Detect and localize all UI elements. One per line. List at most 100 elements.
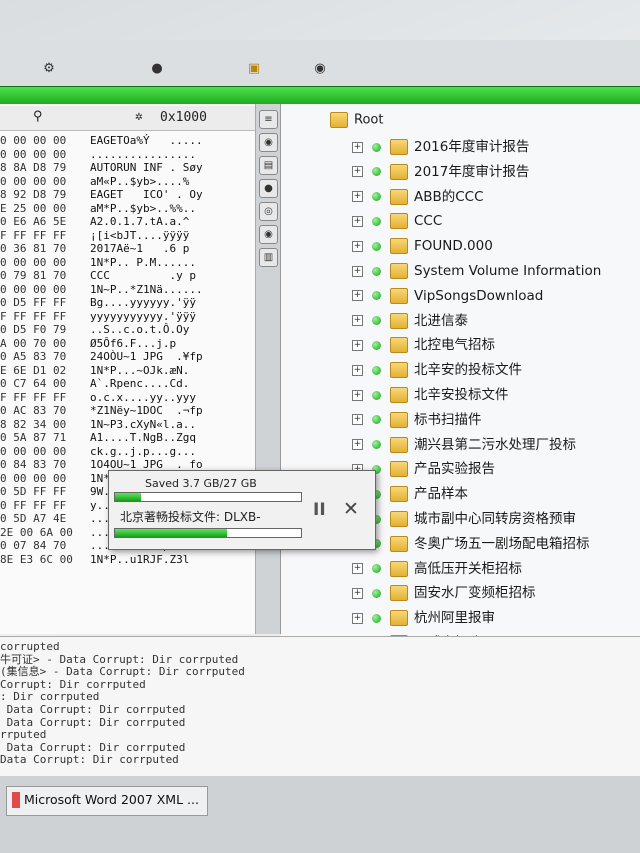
tree-item[interactable]: + System Volume Information xyxy=(352,260,601,282)
tree-item[interactable]: + FOUND.000 xyxy=(352,235,493,257)
expand-icon[interactable]: + xyxy=(352,265,363,277)
tree-item[interactable]: +城市副中心同转房资格预审 xyxy=(352,508,576,530)
hex-ascii: EAGETOa%Ý ..... xyxy=(90,134,203,147)
tree-item-label: 产品样本 xyxy=(414,486,468,503)
expand-icon[interactable]: + xyxy=(352,563,363,575)
tree-root[interactable]: Root xyxy=(330,112,383,128)
current-file-text: 北京著畅投标文件: DLXB- xyxy=(120,510,261,524)
hex-row: 0 36 81 70 2017Aë~1 .6 p xyxy=(0,242,255,256)
status-dot-icon xyxy=(372,167,381,177)
status-dot-icon xyxy=(372,291,381,301)
hex-bytes: 0 00 00 00 xyxy=(0,471,67,485)
total-progress-bar xyxy=(114,492,302,502)
expand-icon[interactable]: + xyxy=(352,191,363,203)
folder-icon xyxy=(390,263,408,279)
log-line: corrupted xyxy=(0,640,60,653)
view-icon[interactable]: ◉ xyxy=(311,62,329,76)
tree-item[interactable]: + 杭州阿里报审 xyxy=(352,607,495,629)
expand-icon[interactable]: + xyxy=(352,364,363,376)
hex-row: 0 C7 64 00 A`.Rpenc....Cd. xyxy=(0,377,255,391)
hex-ascii: 1N~P..*Z1Nä...... xyxy=(90,282,203,296)
folder-icon xyxy=(390,287,408,304)
expand-icon[interactable]: + xyxy=(352,166,363,178)
folder-icon[interactable]: ▣ xyxy=(245,62,263,76)
hex-bytes: F FF FF FF xyxy=(0,228,67,242)
tool-strip-button[interactable]: ▥ xyxy=(259,248,278,267)
expand-icon[interactable]: + xyxy=(352,389,363,401)
expand-icon[interactable]: + xyxy=(352,315,363,327)
tree-item[interactable]: + ABB的CCC xyxy=(352,186,484,208)
total-progress-fill xyxy=(115,493,142,501)
hex-bytes: 0 00 00 00 xyxy=(0,282,67,296)
folder-icon xyxy=(390,535,408,552)
hex-row: 0 00 00 00................ xyxy=(0,148,255,162)
pause-button[interactable]: II xyxy=(313,500,326,520)
hex-ascii: ..S..c.o.t.Ô.Oy xyxy=(90,323,190,336)
hex-row: 0 00 00 00 1N*P.. P.M...... xyxy=(0,256,255,270)
tree-item-label: 固安水厂变频柜招标 xyxy=(414,585,536,602)
hex-ascii: *Z1Nëy~1DOC .¬fp xyxy=(90,404,203,417)
status-dot-icon xyxy=(372,340,381,350)
hex-ascii: A`.Rpenc....Cd. xyxy=(90,377,190,390)
log-line: rrputed xyxy=(0,728,47,742)
hex-ascii: ¡[i<bJT....ÿÿÿÿ xyxy=(90,228,190,242)
tree-item-label: 产品实验报告 xyxy=(414,461,495,478)
tool-strip-button[interactable]: ▤ xyxy=(259,156,278,175)
tree-item[interactable]: + 标书扫描件 xyxy=(352,409,482,431)
tree-item[interactable]: + VipSongsDownload xyxy=(352,285,543,307)
cancel-button[interactable]: ✕ xyxy=(343,498,359,520)
hex-bytes: 0 00 00 00 xyxy=(0,444,67,458)
tree-item[interactable]: +2017年度审计报告 xyxy=(352,161,529,183)
tree-item[interactable]: + 高低压开关柜招标 xyxy=(352,558,522,580)
tree-item[interactable]: + 北辛安的投标文件 xyxy=(352,359,522,381)
expand-icon[interactable]: + xyxy=(352,290,363,302)
hex-row: 0 00 00 00 1N~P..*Z1Nä...... xyxy=(0,283,255,297)
folder-icon xyxy=(390,337,408,354)
tool-strip-button[interactable]: ≡ xyxy=(259,110,278,129)
tree-item[interactable]: + CCC xyxy=(352,210,442,232)
tool-strip-button[interactable]: ◉ xyxy=(259,225,278,244)
hex-ascii: aM*P..$yb>..%%.. xyxy=(90,201,196,215)
expand-icon[interactable]: + xyxy=(352,339,363,351)
tree-item[interactable]: +2016年度审计报告 xyxy=(352,136,529,158)
tool-strip-button[interactable]: ◉ xyxy=(259,133,278,152)
recover-icon[interactable]: ⚙ xyxy=(40,62,58,76)
tree-item[interactable]: + 北控电气招标 xyxy=(352,334,495,356)
expand-icon[interactable]: + xyxy=(352,439,363,451)
hex-bytes: 0 5A 87 71 xyxy=(0,431,67,444)
hex-row: 0 5A 87 71 A1....T.NgB..Zgq xyxy=(0,431,255,445)
tree-item[interactable]: +冬奥广场五一剧场配电箱招标 xyxy=(352,533,590,555)
disk-icon[interactable]: ● xyxy=(148,62,166,76)
hex-bytes: 0 00 00 00 xyxy=(0,134,67,147)
tool-strip-button[interactable]: ● xyxy=(259,179,278,198)
tree-item[interactable]: + 潮兴县第二污水处理厂投标 xyxy=(352,434,576,456)
tree-item-label: ABB的CCC xyxy=(414,188,484,205)
screen: ⚙ ● ▣ ◉ ⚲ ✲ 0x1000 0 00 00 00 EAGETOa%Ý .… xyxy=(0,0,640,853)
tree-item[interactable]: + 北辛安投标文件 xyxy=(352,384,509,406)
expand-icon[interactable]: + xyxy=(352,612,363,624)
status-dot-icon xyxy=(372,588,381,598)
expand-icon[interactable]: + xyxy=(352,240,363,252)
tree-item[interactable]: + 固安水厂变频柜招标 xyxy=(352,582,536,604)
hex-row: 0 D5 F0 79 ..S..c.o.t.Ô.Oy xyxy=(0,323,255,337)
folder-icon xyxy=(390,610,408,627)
status-green-bar xyxy=(0,86,640,106)
status-dot-icon xyxy=(372,613,381,623)
hex-bytes: 0 A5 83 70 xyxy=(0,350,67,363)
expand-icon[interactable]: + xyxy=(352,414,363,426)
binoculars-icon[interactable]: ⚲ xyxy=(33,109,43,124)
tree-item-label: 潮兴县第二污水处理厂投标 xyxy=(414,436,576,453)
expand-icon[interactable]: + xyxy=(352,215,363,227)
goto-icon[interactable]: ✲ xyxy=(135,109,143,124)
hex-row: 0 D5 FF FF Bg....yyyyyy.'ÿÿ xyxy=(0,296,255,310)
tool-strip-button[interactable]: ◎ xyxy=(259,202,278,221)
tree-item-label: 北控电气招标 xyxy=(414,337,495,354)
expand-icon[interactable]: + xyxy=(352,141,363,153)
hex-row: 0 E6 A6 5E A2.0.1.7.tA.a.^ xyxy=(0,215,255,229)
expand-icon[interactable]: + xyxy=(352,587,363,599)
log-line: (集信息> - Data Corrupt: Dir corrputed xyxy=(0,665,245,679)
tree-item[interactable]: + 北进信泰 xyxy=(352,310,468,332)
hex-row: 0 AC 83 70 *Z1Nëy~1DOC .¬fp xyxy=(0,404,255,418)
hex-bytes: 0 D5 FF FF xyxy=(0,296,67,309)
hex-row: F FF FF FF yyyyyyyyyyy.'ÿÿÿ xyxy=(0,310,255,324)
